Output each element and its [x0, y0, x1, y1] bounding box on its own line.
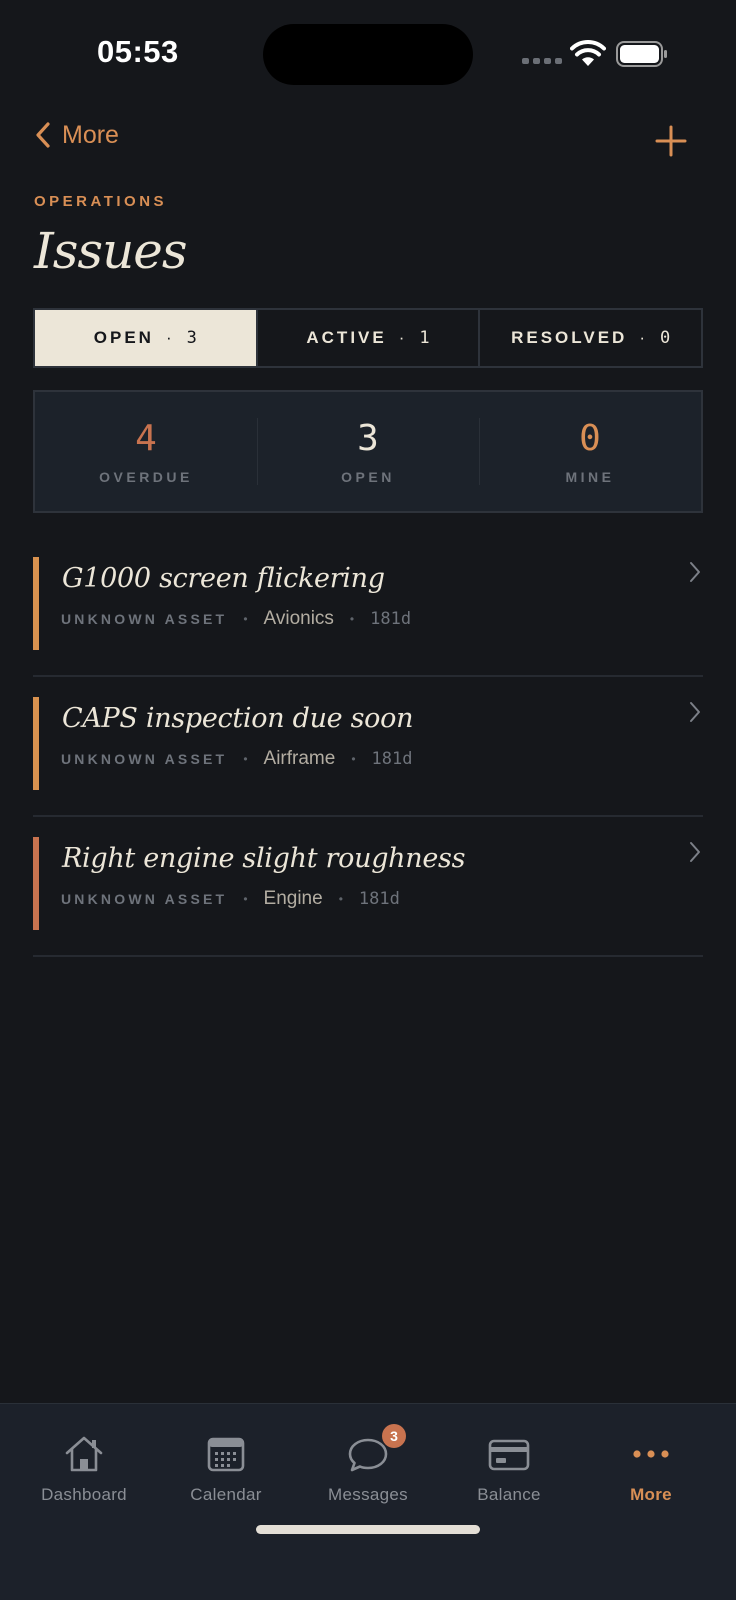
priority-indicator [33, 557, 39, 650]
tab-bar-label: Balance [477, 1485, 541, 1504]
issue-asset: UNKNOWN ASSET [61, 891, 228, 907]
issue-row[interactable]: CAPS inspection due soon UNKNOWN ASSET •… [33, 677, 703, 817]
meta-separator: • [338, 892, 343, 906]
home-indicator [256, 1525, 480, 1534]
ellipsis-icon [633, 1450, 669, 1458]
tab-bar-calendar[interactable]: Calendar [166, 1432, 286, 1505]
tab-count: 3 [186, 328, 197, 348]
tab-label: RESOLVED [511, 328, 628, 347]
house-icon [65, 1436, 103, 1472]
issue-row[interactable]: G1000 screen flickering UNKNOWN ASSET • … [33, 537, 703, 677]
tab-label: ACTIVE [306, 328, 387, 347]
status-time: 05:53 [97, 34, 179, 69]
tab-bar-balance[interactable]: Balance [449, 1432, 569, 1505]
chevron-right-icon [690, 842, 700, 862]
tab-bar-dashboard[interactable]: Dashboard [24, 1432, 144, 1505]
tab-bar-more[interactable]: More [591, 1432, 711, 1505]
tab-bar-label: Calendar [190, 1485, 262, 1504]
stat-label: MINE [565, 468, 615, 485]
section-eyebrow: OPERATIONS [34, 193, 168, 210]
tab-open[interactable]: OPEN · 3 [35, 310, 256, 366]
meta-separator: • [349, 612, 355, 626]
stat-overdue: 4 OVERDUE [35, 392, 257, 511]
meta-separator: • [243, 892, 248, 906]
tab-count: 1 [419, 328, 430, 348]
issue-age: 181d [370, 609, 412, 629]
cellular-signal-icon [522, 58, 562, 64]
stat-open: 3 OPEN [257, 392, 479, 511]
issue-title: Right engine slight roughness [62, 843, 466, 874]
issue-asset: UNKNOWN ASSET [61, 751, 228, 767]
dynamic-island [263, 24, 473, 85]
tab-bar-label: Dashboard [41, 1485, 127, 1504]
issue-title: G1000 screen flickering [62, 563, 385, 594]
tab-active[interactable]: ACTIVE · 1 [255, 310, 479, 366]
tab-bar-label: More [630, 1485, 672, 1504]
tab-bar-messages[interactable]: 3 Messages [308, 1424, 428, 1505]
chat-bubble-icon: 3 [346, 1424, 406, 1476]
priority-indicator [33, 697, 39, 790]
stat-label: OPEN [341, 468, 395, 485]
tab-count: 0 [660, 328, 671, 348]
tab-resolved[interactable]: RESOLVED · 0 [478, 310, 701, 366]
issue-title: CAPS inspection due soon [62, 703, 414, 734]
bottom-tab-bar: Dashboard Calendar 3 Messages Balance Mo… [0, 1403, 736, 1600]
stat-mine: 0 MINE [479, 392, 701, 511]
messages-badge: 3 [382, 1424, 406, 1448]
issue-age: 181d [358, 889, 400, 909]
stat-value: 0 [579, 417, 601, 459]
meta-separator: • [243, 612, 248, 626]
issue-stats-card: 4 OVERDUE 3 OPEN 0 MINE [33, 390, 703, 513]
issue-meta: UNKNOWN ASSET • Engine • 181d [61, 888, 400, 910]
meta-separator: • [243, 752, 248, 766]
tab-separator: · [165, 328, 175, 347]
stat-label: OVERDUE [99, 468, 193, 485]
credit-card-icon [488, 1439, 530, 1471]
issue-meta: UNKNOWN ASSET • Airframe • 181d [61, 748, 412, 770]
issue-asset: UNKNOWN ASSET [61, 611, 228, 627]
page-title: Issues [34, 222, 188, 280]
wifi-icon [570, 40, 606, 66]
issue-category: Engine [263, 888, 323, 909]
stat-value: 4 [135, 417, 157, 459]
chevron-right-icon [690, 702, 700, 722]
tab-label: OPEN [93, 328, 154, 347]
status-bar: 05:53 [0, 0, 736, 100]
issue-meta: UNKNOWN ASSET • Avionics • 181d [61, 608, 411, 630]
priority-indicator [33, 837, 39, 930]
battery-icon [616, 41, 667, 67]
tab-separator: · [639, 328, 649, 347]
stat-value: 3 [357, 417, 379, 459]
tab-bar-label: Messages [328, 1485, 408, 1504]
issue-row[interactable]: Right engine slight roughness UNKNOWN AS… [33, 817, 703, 957]
issue-category: Avionics [263, 608, 334, 629]
chevron-left-icon [36, 122, 50, 148]
calendar-icon [207, 1437, 245, 1472]
back-button[interactable]: More [34, 120, 119, 150]
back-label: More [62, 120, 119, 149]
add-issue-button[interactable] [654, 124, 688, 158]
chevron-right-icon [690, 562, 700, 582]
tab-separator: · [398, 328, 408, 347]
status-filter-tabs: OPEN · 3 ACTIVE · 1 RESOLVED · 0 [33, 308, 703, 368]
issue-category: Airframe [263, 748, 336, 769]
issue-age: 181d [371, 749, 413, 769]
meta-separator: • [351, 752, 356, 766]
